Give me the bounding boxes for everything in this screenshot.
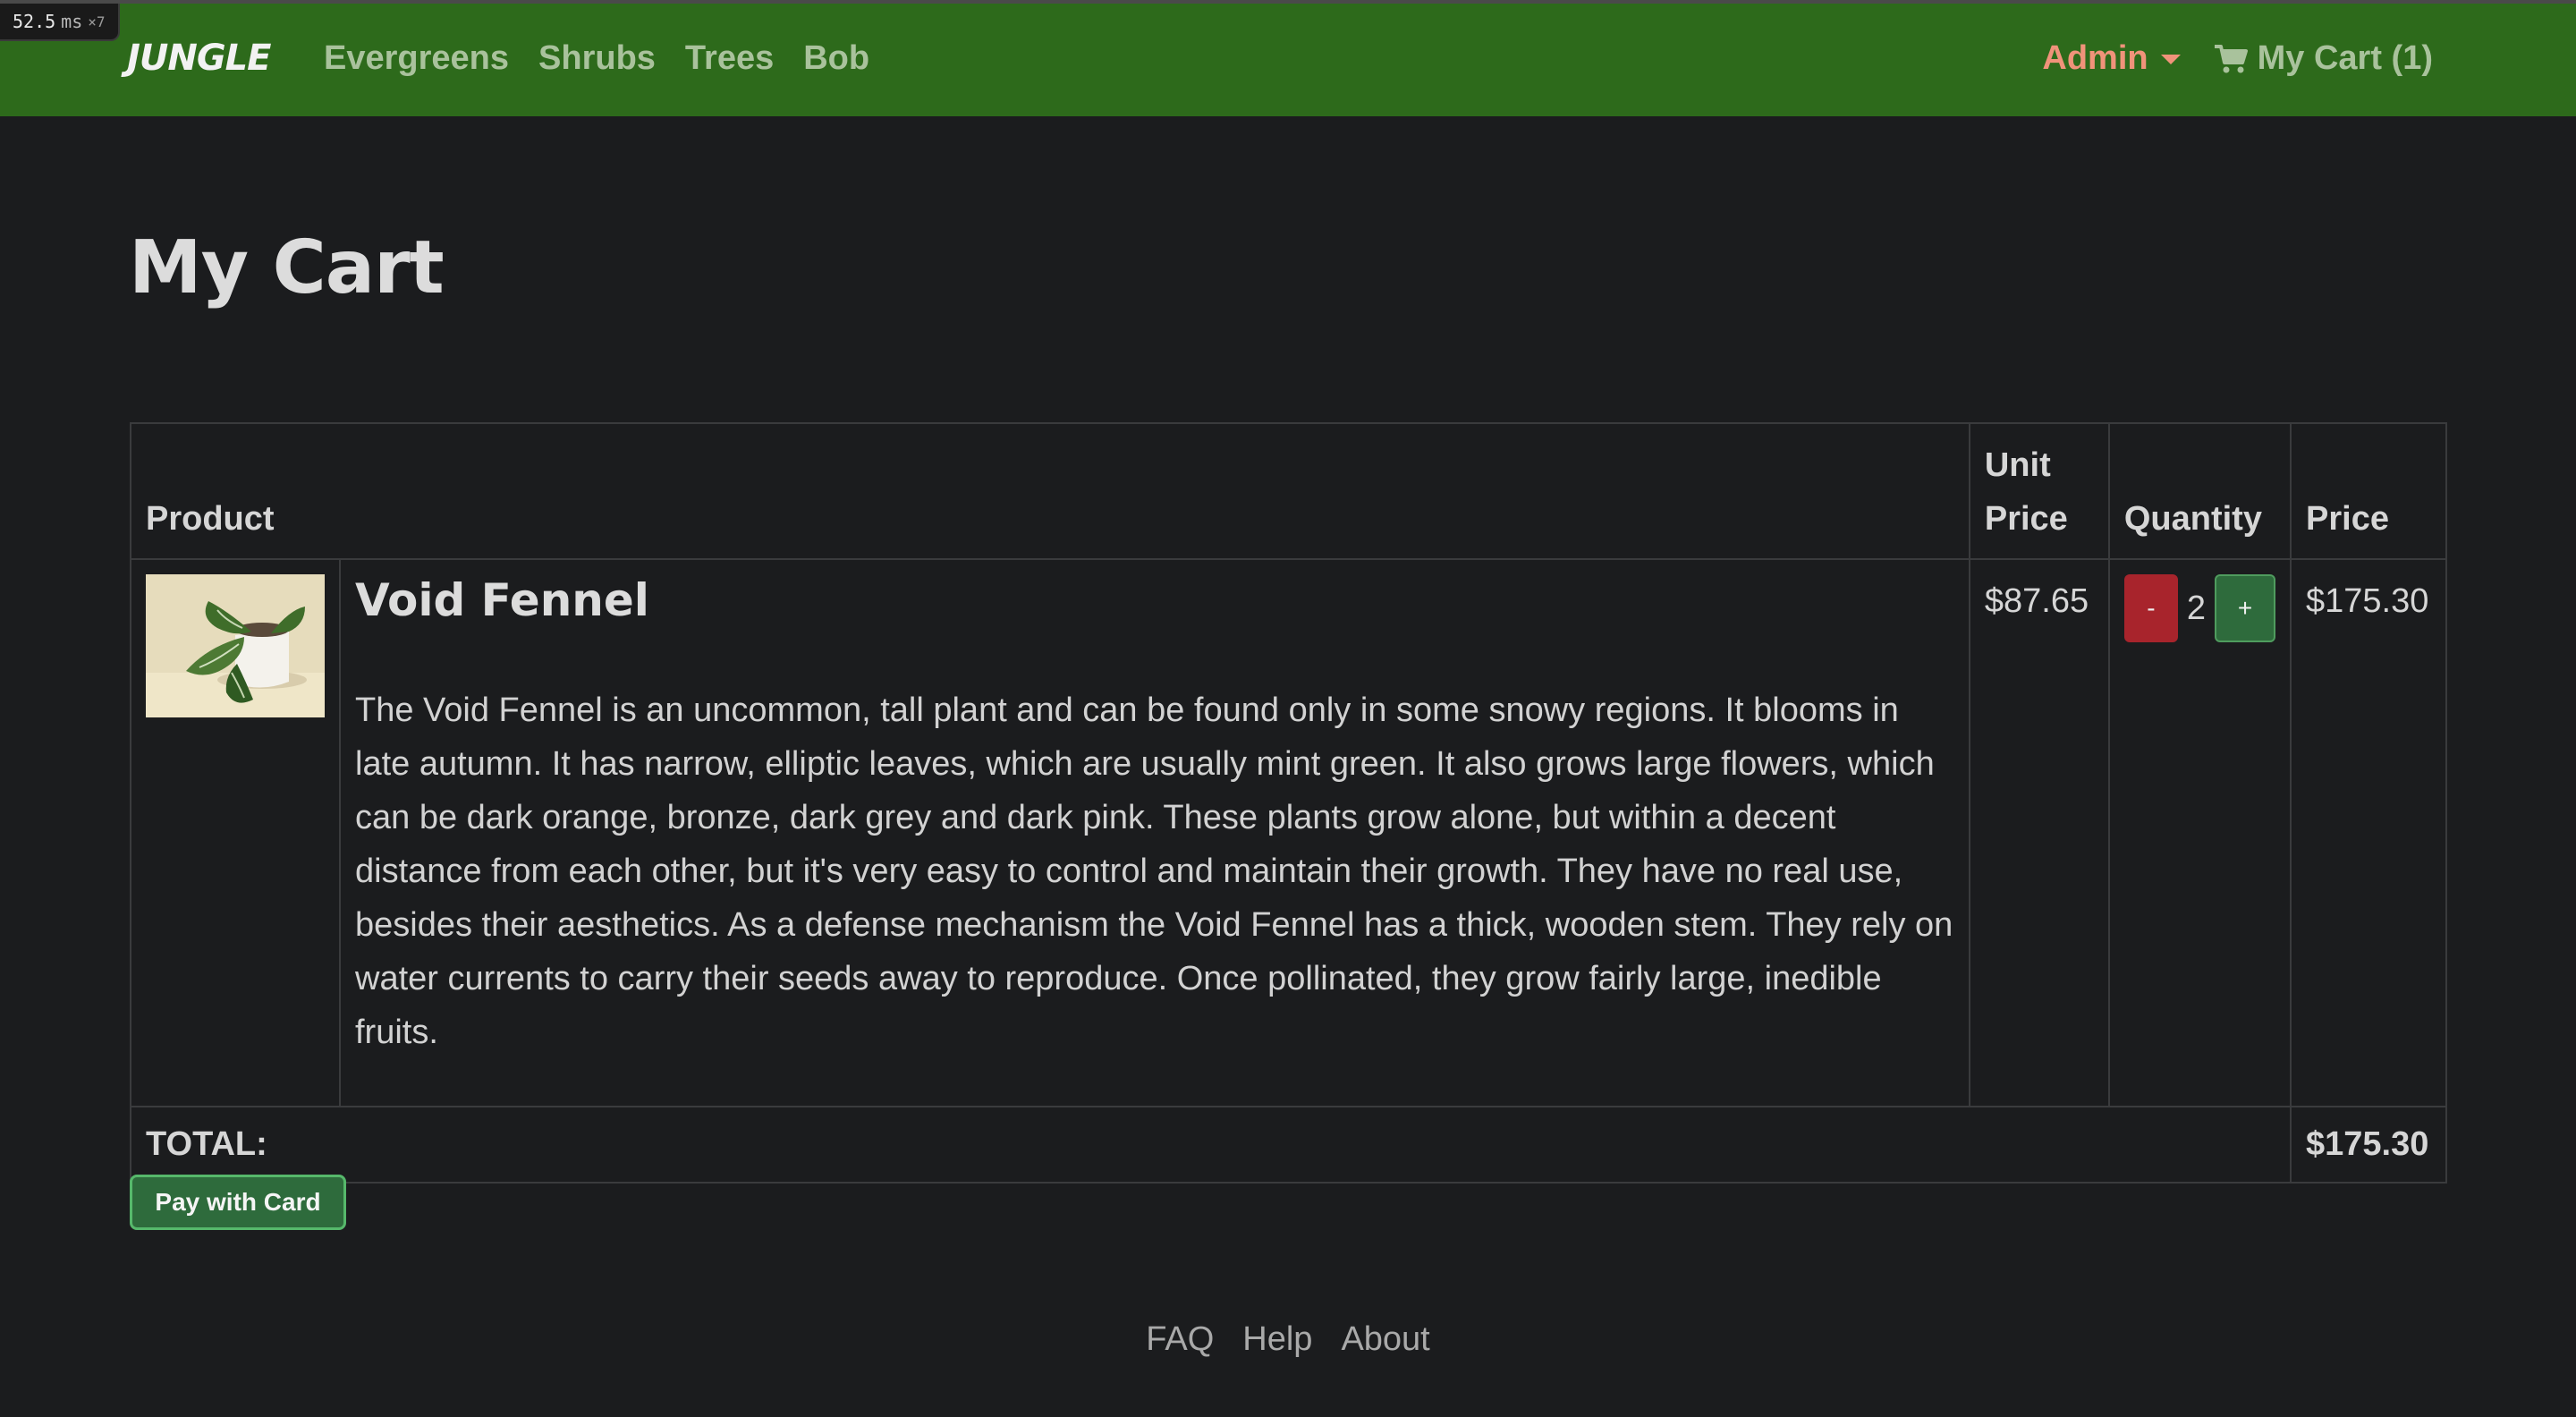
product-info-cell: Void Fennel The Void Fennel is an uncomm… [339, 558, 1970, 1107]
category-nav: Evergreens Shrubs Trees Bob [324, 39, 869, 78]
footer-link-help[interactable]: Help [1242, 1320, 1312, 1359]
cart-table-header-row: Product Unit Price Quantity Price [130, 422, 2447, 560]
perf-value: 52.5 [13, 11, 56, 32]
quantity-value: 2 [2186, 589, 2206, 627]
total-row: TOTAL: $175.30 [130, 1106, 2447, 1184]
caret-down-icon [2160, 55, 2181, 64]
nav-link-shrubs[interactable]: Shrubs [538, 39, 656, 78]
increase-quantity-button[interactable]: + [2215, 574, 2275, 642]
product-name[interactable]: Void Fennel [355, 574, 1954, 626]
total-value: $175.30 [2290, 1106, 2447, 1184]
line-price-cell: $175.30 [2290, 558, 2447, 1107]
footer-nav: FAQ Help About [0, 1320, 2576, 1359]
perf-multiplier: ×7 [88, 13, 106, 30]
quantity-cell: - 2 + [2107, 558, 2292, 1107]
product-image-cell [130, 558, 341, 1107]
brand-logo[interactable]: JUNGLE [127, 38, 271, 79]
page-title: My Cart [129, 225, 445, 310]
admin-dropdown[interactable]: Admin [2042, 39, 2181, 78]
pay-with-card-button[interactable]: Pay with Card [130, 1175, 346, 1230]
nav-link-bob[interactable]: Bob [803, 39, 869, 78]
my-cart-label: My Cart (1) [2257, 39, 2433, 77]
footer-link-about[interactable]: About [1341, 1320, 1429, 1359]
header-price: Price [2290, 422, 2447, 560]
nav-link-evergreens[interactable]: Evergreens [324, 39, 509, 78]
decrease-quantity-button[interactable]: - [2123, 574, 2178, 642]
admin-label: Admin [2042, 39, 2148, 77]
nav-link-trees[interactable]: Trees [685, 39, 774, 78]
header-unit-price: Unit Price [1968, 422, 2110, 560]
perf-badge: 52.5 ms ×7 [0, 4, 120, 41]
product-thumbnail [146, 574, 325, 717]
quantity-stepper: - 2 + [2123, 574, 2275, 642]
product-description: The Void Fennel is an uncommon, tall pla… [355, 692, 1953, 1051]
total-label: TOTAL: [130, 1106, 2292, 1184]
table-row: Void Fennel The Void Fennel is an uncomm… [130, 558, 2447, 1107]
header-product: Product [130, 422, 1970, 560]
my-cart-link[interactable]: My Cart (1) [2213, 39, 2433, 78]
perf-unit: ms [61, 11, 83, 32]
footer-link-faq[interactable]: FAQ [1146, 1320, 1214, 1359]
cart-table: Product Unit Price Quantity Price Void F… [130, 422, 2447, 1184]
unit-price-cell: $87.65 [1968, 558, 2110, 1107]
header-quantity: Quantity [2107, 422, 2292, 560]
nav-right: Admin My Cart (1) [2042, 39, 2433, 78]
shopping-cart-icon [2214, 44, 2248, 72]
top-navbar: JUNGLE Evergreens Shrubs Trees Bob Admin… [0, 4, 2576, 116]
